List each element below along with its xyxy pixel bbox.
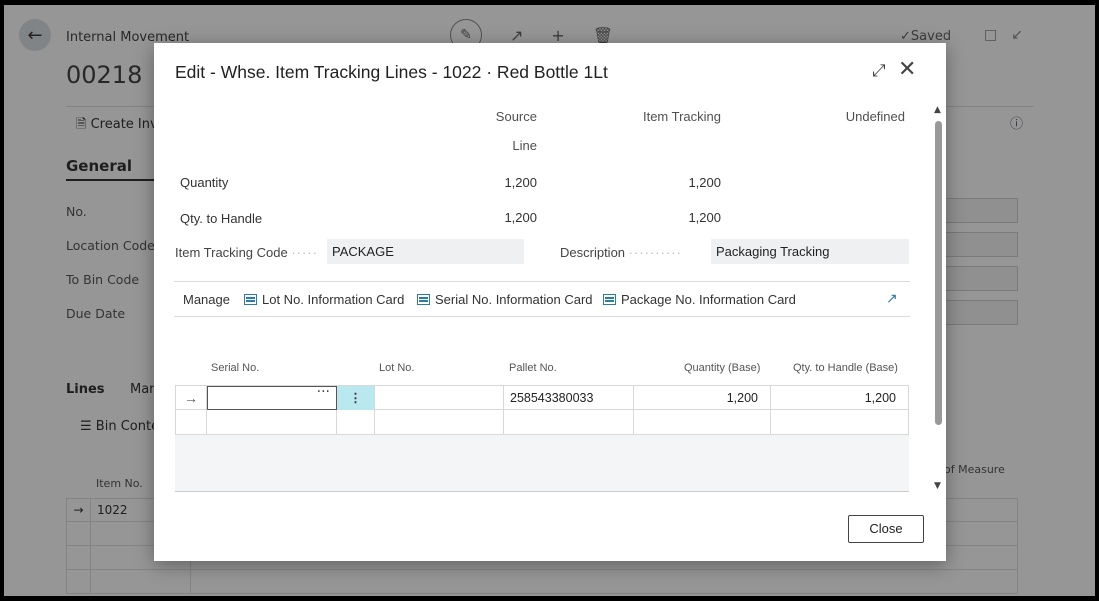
qty-to-handle-label: Qty. to Handle [180, 211, 263, 226]
tracking-lines-grid: → ··· ⋮ 258543380033 1,200 1,200 [175, 384, 909, 435]
close-button[interactable]: Close [848, 515, 924, 543]
scroll-up-icon[interactable]: ▲ [934, 105, 941, 115]
expand-icon[interactable]: ⤢ [872, 61, 886, 81]
scroll-thumb[interactable] [935, 121, 942, 425]
grid-empty-area [175, 435, 909, 492]
item-tracking-code-label: Item Tracking Code ····· [175, 245, 318, 260]
dialog-scrollbar[interactable]: ▲ ▼ [934, 105, 944, 495]
table-row[interactable]: → ··· ⋮ 258543380033 1,200 1,200 [175, 384, 909, 410]
row-arrow-icon: → [175, 386, 207, 410]
serial-no-input[interactable]: ··· [207, 384, 337, 410]
header-source: Source [495, 109, 537, 124]
description-label: Description ·········· [560, 245, 682, 260]
quantity-label: Quantity [180, 175, 229, 190]
col-serial-no[interactable]: Serial No. [211, 362, 259, 374]
header-line: Line [512, 138, 537, 153]
serial-no-cell[interactable] [207, 410, 337, 434]
lot-no-cell[interactable] [375, 386, 504, 410]
manage-menu[interactable]: Manage [183, 292, 230, 307]
lookup-ellipsis-icon[interactable]: ··· [317, 384, 330, 400]
qty-to-handle-base-cell[interactable] [771, 410, 909, 434]
col-qty-to-handle-base[interactable]: Qty. to Handle (Base) [793, 362, 898, 374]
dialog-title: Edit - Whse. Item Tracking Lines - 1022 … [175, 62, 608, 82]
quantity-source: 1,200 [504, 175, 537, 190]
quantity-base-cell[interactable]: 1,200 [634, 386, 771, 410]
scroll-down-icon[interactable]: ▼ [934, 481, 941, 491]
quantity-base-cell[interactable] [634, 410, 771, 434]
dialog-content: Source Line Item Tracking Undefined Quan… [154, 99, 934, 497]
pallet-no-cell[interactable] [504, 410, 634, 434]
close-icon[interactable]: ✕ [898, 59, 916, 81]
table-row[interactable] [175, 410, 909, 435]
description-field[interactable]: Packaging Tracking [711, 239, 909, 264]
col-quantity-base[interactable]: Quantity (Base) [684, 362, 760, 374]
col-pallet-no[interactable]: Pallet No. [509, 362, 557, 374]
lot-no-info-card-action[interactable]: Lot No. Information Card [244, 292, 404, 307]
serial-no-info-card-action[interactable]: Serial No. Information Card [417, 292, 593, 307]
qty-to-handle-source: 1,200 [504, 210, 537, 225]
qty-to-handle-tracking: 1,200 [688, 210, 721, 225]
app-frame: ← Internal Movement 00218 ✎ ↗ + 🗑 ✓Saved… [4, 5, 1095, 596]
row-marker-cell [175, 410, 207, 434]
card-icon [244, 294, 257, 305]
row-menu-icon[interactable]: ⋮ [337, 386, 375, 410]
lot-no-cell[interactable] [375, 410, 504, 434]
package-no-info-card-action[interactable]: Package No. Information Card [603, 292, 796, 307]
col-lot-no[interactable]: Lot No. [379, 362, 414, 374]
pallet-no-cell[interactable]: 258543380033 [504, 386, 634, 410]
manage-action-bar: Manage Lot No. Information Card Serial N… [174, 281, 910, 317]
header-item-tracking: Item Tracking [642, 109, 721, 124]
item-tracking-dialog: Edit - Whse. Item Tracking Lines - 1022 … [154, 43, 946, 561]
quantity-tracking: 1,200 [688, 175, 721, 190]
card-icon [417, 294, 430, 305]
row-menu-cell [337, 410, 375, 434]
item-tracking-code-field[interactable]: PACKAGE [327, 239, 524, 264]
qty-to-handle-base-cell[interactable]: 1,200 [771, 386, 909, 410]
card-icon [603, 294, 616, 305]
header-undefined: Undefined [845, 109, 905, 124]
share-icon[interactable]: ↗ [886, 290, 898, 307]
